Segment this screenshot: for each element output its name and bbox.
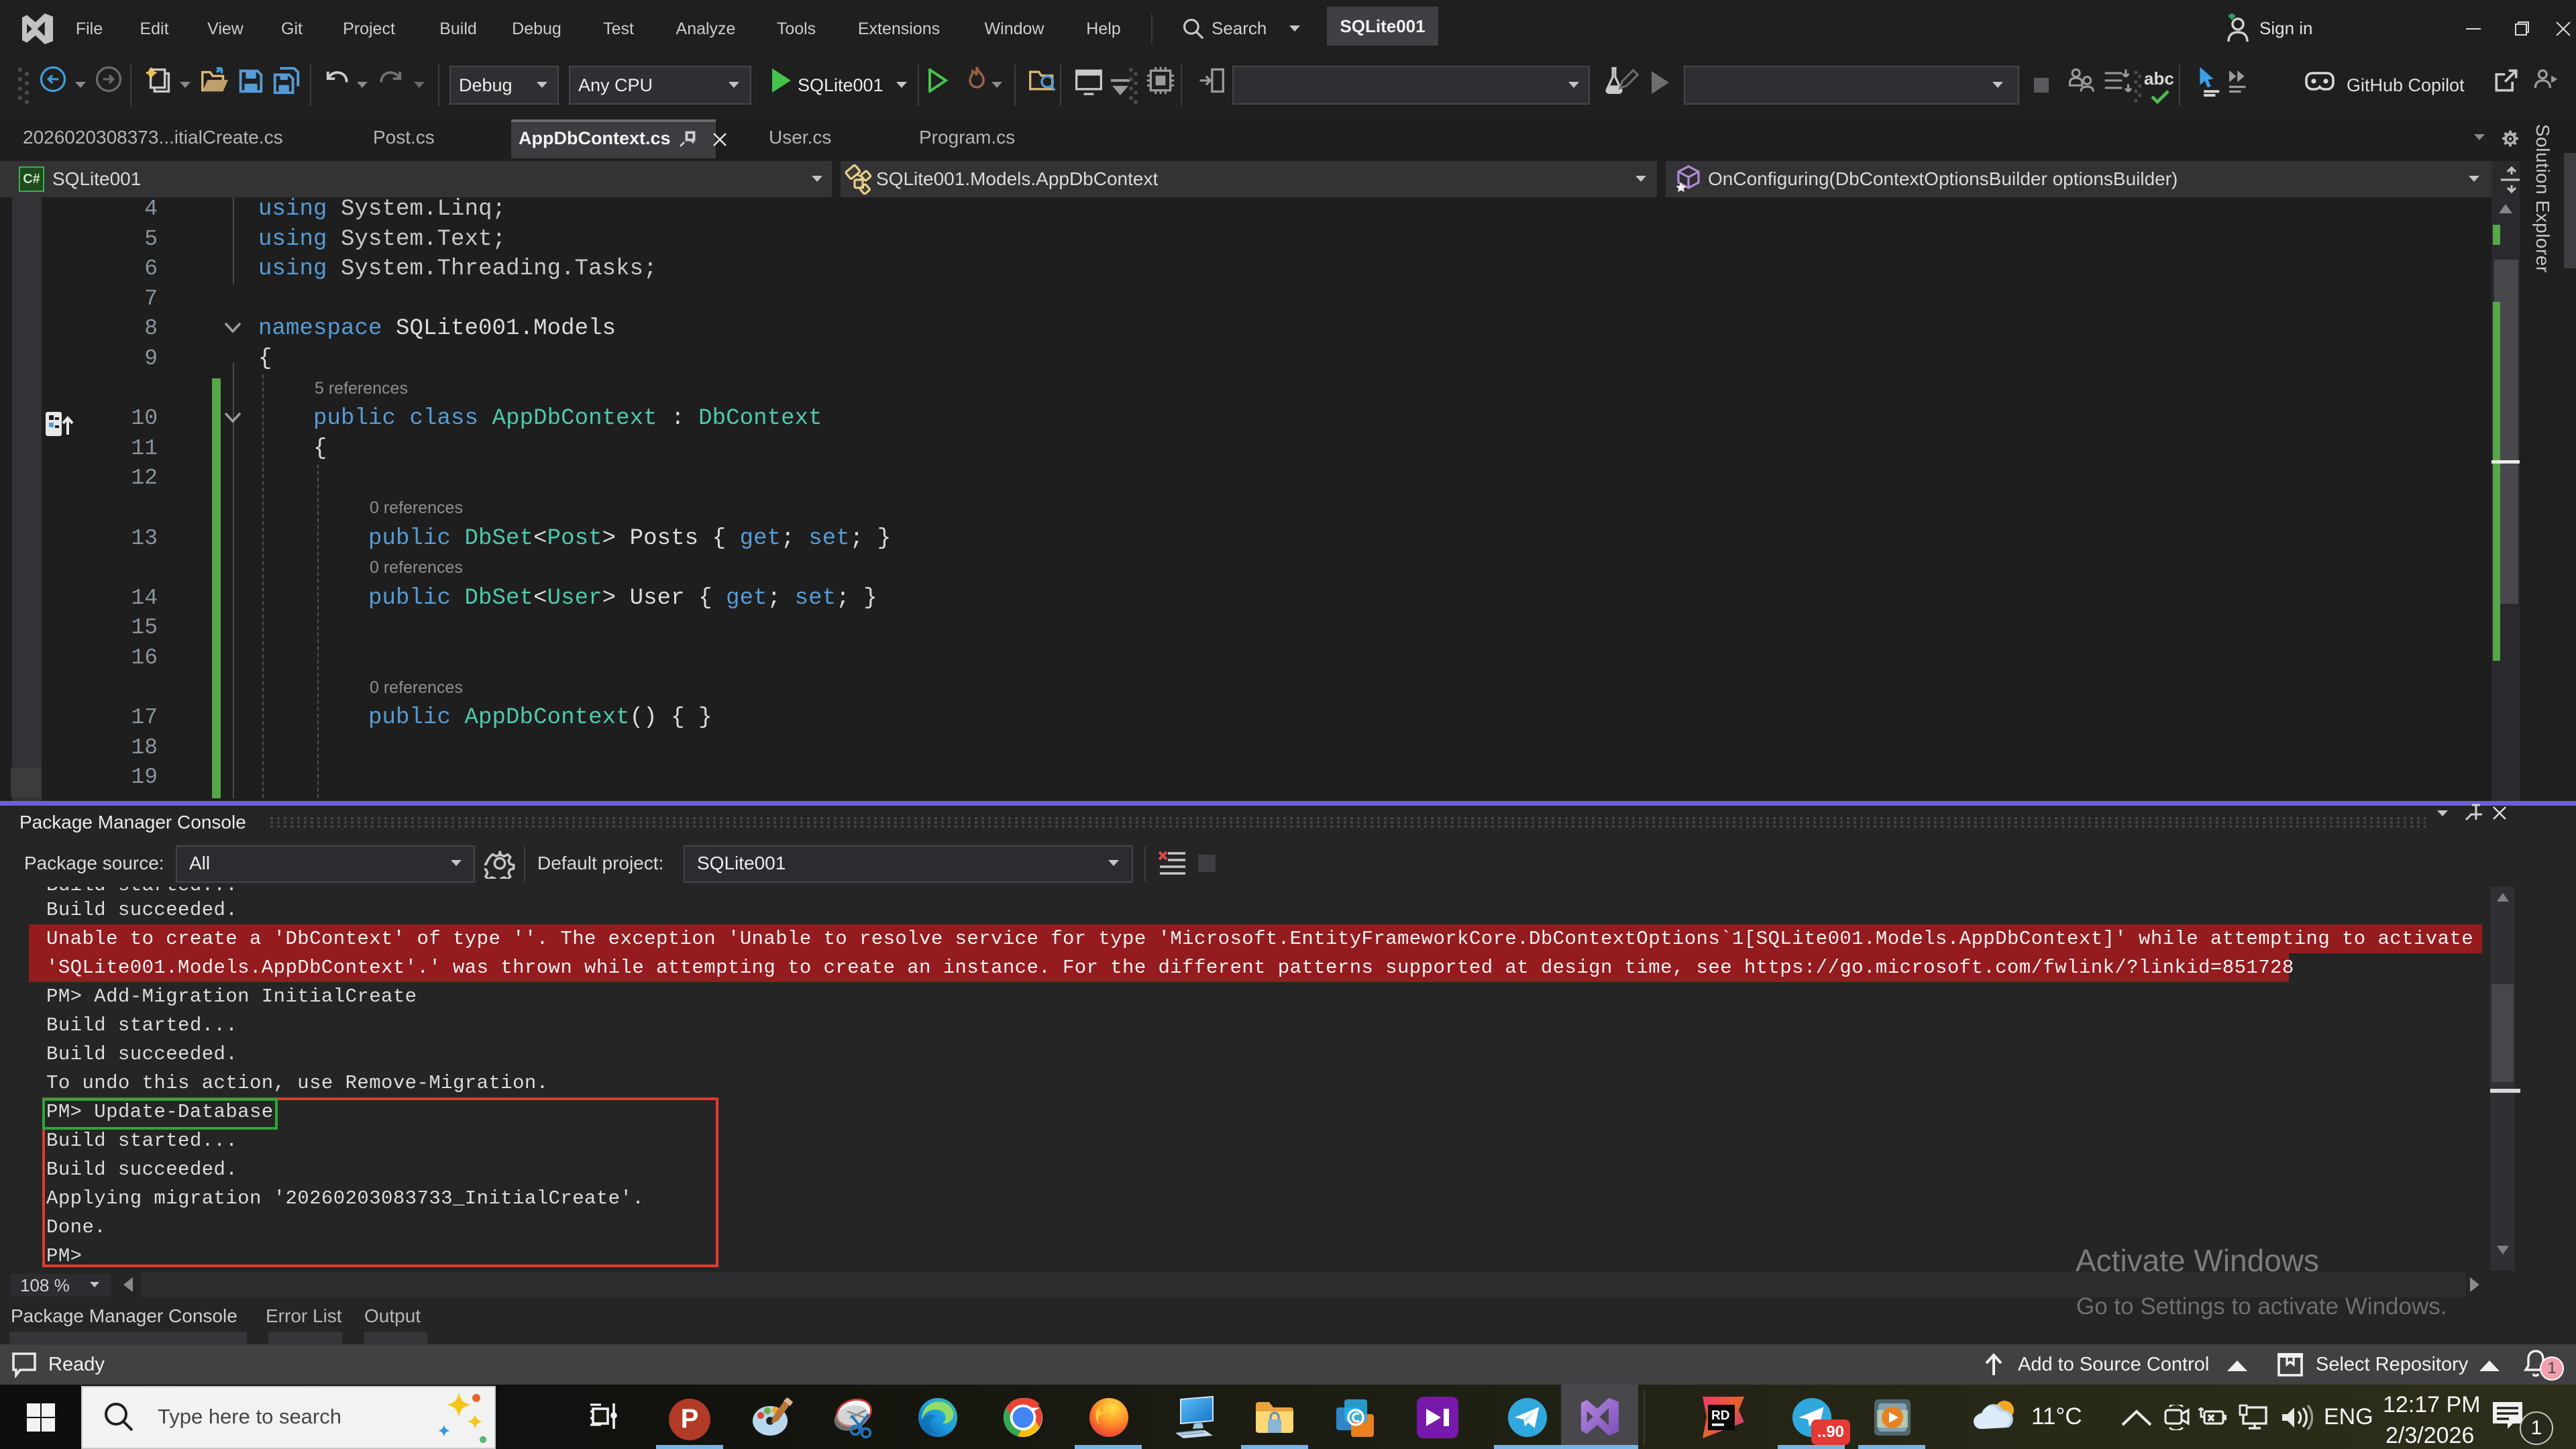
- svg-text:RD: RD: [1711, 1409, 1729, 1423]
